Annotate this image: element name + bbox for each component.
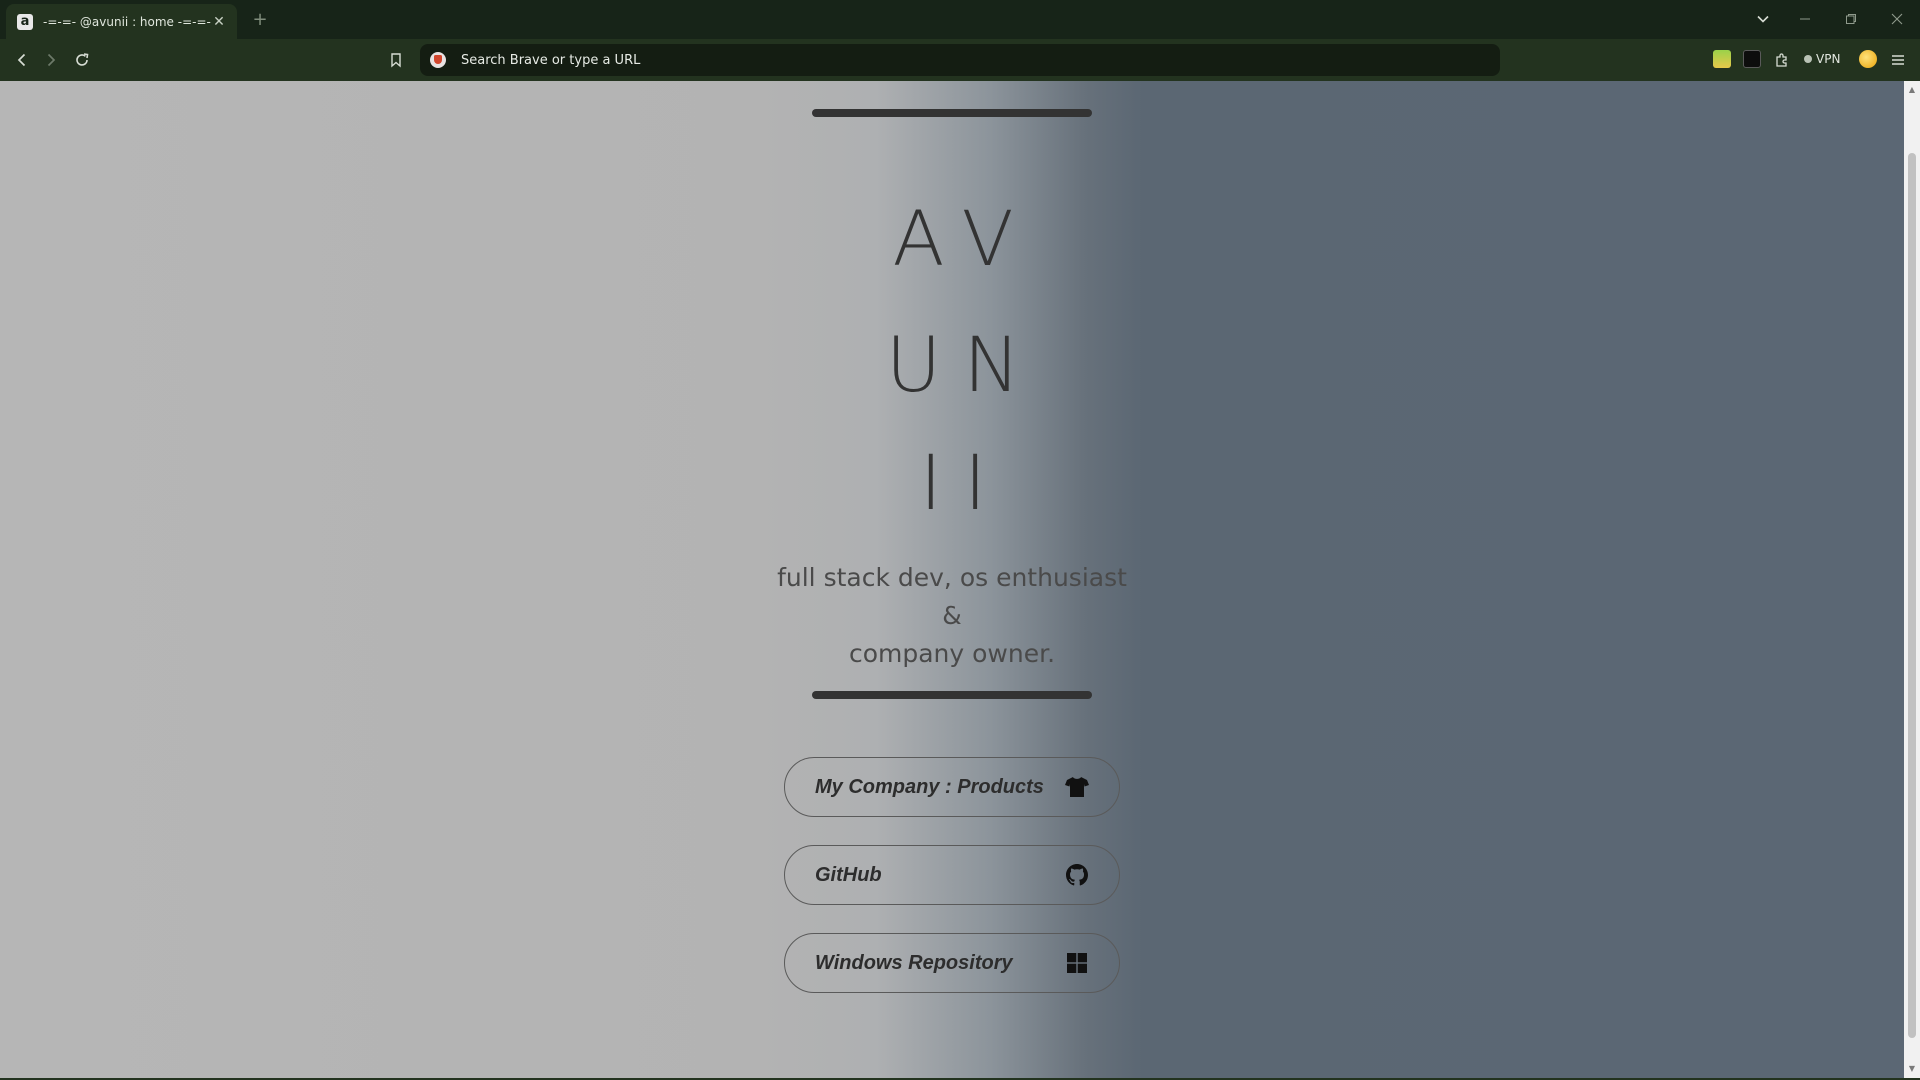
- tab-strip: a -=-=- @avunii : home -=-=- ✕ +: [0, 0, 1920, 39]
- company-products-button[interactable]: My Company : Products: [784, 757, 1120, 817]
- vpn-button[interactable]: VPN: [1804, 50, 1840, 68]
- logo-row-2: UN: [885, 320, 1043, 409]
- vpn-label: VPN: [1816, 52, 1841, 66]
- tab-title: -=-=- @avunii : home -=-=-: [43, 14, 211, 29]
- company-products-label: My Company : Products: [815, 775, 1044, 798]
- new-tab-button[interactable]: +: [250, 10, 270, 30]
- brave-shield-icon[interactable]: [430, 52, 446, 68]
- forward-icon[interactable]: [39, 48, 63, 72]
- menu-icon[interactable]: [1886, 48, 1910, 72]
- extensions-puzzle-icon[interactable]: [1770, 48, 1794, 72]
- logo-row-1: AV: [892, 194, 1036, 283]
- tab-active[interactable]: a -=-=- @avunii : home -=-=- ✕: [6, 4, 237, 39]
- scroll-thumb[interactable]: [1908, 153, 1916, 1038]
- browser-toolbar: Search Brave or type a URL VPN: [0, 39, 1920, 81]
- logo-row-3: II: [919, 438, 1009, 527]
- back-icon[interactable]: [10, 48, 34, 72]
- github-label: GitHub: [815, 863, 882, 886]
- minimize-icon[interactable]: [1794, 8, 1816, 30]
- scroll-up-icon[interactable]: ▲: [1904, 83, 1920, 97]
- extension-1-icon[interactable]: [1713, 50, 1731, 68]
- address-bar[interactable]: Search Brave or type a URL: [420, 44, 1500, 76]
- site-favicon-icon: a: [17, 13, 33, 30]
- close-window-icon[interactable]: [1886, 8, 1908, 30]
- bottom-divider: [812, 691, 1092, 699]
- address-placeholder: Search Brave or type a URL: [461, 52, 641, 68]
- tagline-line-2: company owner.: [848, 639, 1056, 668]
- tagline: full stack dev, os enthusiast & company …: [770, 559, 1134, 673]
- windows-repository-button[interactable]: Windows Repository: [784, 933, 1120, 993]
- tshirt-icon: [1065, 775, 1089, 799]
- github-icon: [1065, 863, 1089, 887]
- restore-icon[interactable]: [1840, 8, 1862, 30]
- tab-close-icon[interactable]: ✕: [211, 14, 227, 30]
- page-scrollbar[interactable]: ▲ ▼: [1904, 81, 1920, 1078]
- windows-repository-label: Windows Repository: [815, 951, 1013, 974]
- tagline-line-1: full stack dev, os enthusiast &: [777, 563, 1127, 630]
- github-button[interactable]: GitHub: [784, 845, 1120, 905]
- windows-icon: [1065, 951, 1089, 975]
- browser-window: a -=-=- @avunii : home -=-=- ✕ + Search …: [0, 0, 1920, 1080]
- page-viewport: AV UN II full stack dev, os enthusiast &…: [0, 81, 1904, 1078]
- vpn-status-icon: [1804, 55, 1812, 63]
- scroll-down-icon[interactable]: ▼: [1904, 1062, 1920, 1076]
- reload-icon[interactable]: [70, 48, 94, 72]
- extension-2-icon[interactable]: [1743, 50, 1761, 68]
- tab-search-icon[interactable]: [1752, 8, 1774, 30]
- bookmark-icon[interactable]: [384, 48, 408, 72]
- top-divider: [812, 109, 1092, 117]
- rewards-icon[interactable]: [1859, 50, 1877, 68]
